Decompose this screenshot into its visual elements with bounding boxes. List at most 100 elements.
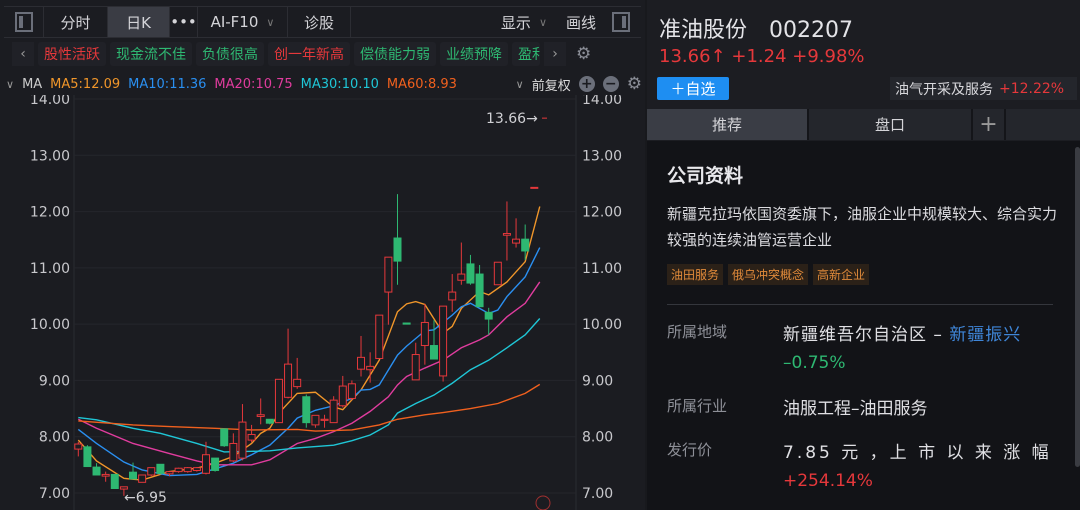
y-tick-label-left: 11.00 xyxy=(30,261,70,277)
region-value: 新疆维吾尔自治区 – 新疆振兴 –0.75% xyxy=(783,321,1053,377)
chevron-down-icon: ∨ xyxy=(266,15,275,29)
kline-panel: 分时 日K ••• AI-F10 ∨ 诊股 显示 ∨ 画线 ‹ 股性活跃 现金流不佳… xyxy=(0,0,645,510)
candle-body xyxy=(174,467,183,473)
candle-body xyxy=(165,471,174,475)
diagnose-button[interactable]: 诊股 xyxy=(288,7,351,37)
candle-body xyxy=(448,291,457,301)
candle-body xyxy=(83,446,92,468)
candle-body xyxy=(211,457,220,471)
y-tick-label-right: 11.00 xyxy=(582,261,622,277)
candle-body xyxy=(512,238,521,244)
more-button[interactable]: ••• xyxy=(170,7,198,37)
y-tick-label-right: 9.00 xyxy=(582,373,613,389)
tag[interactable]: 偿债能力弱 xyxy=(354,42,436,66)
ipo-value: 7.85 元 ，上 市 以 来 涨 幅 +254.14% xyxy=(783,439,1053,495)
candle-body xyxy=(320,418,329,421)
right-panel-toggle[interactable] xyxy=(601,7,641,37)
region-text: 新疆维吾尔自治区 – xyxy=(783,325,950,345)
tag[interactable]: 业绩预降 xyxy=(440,42,508,66)
tab-intraday[interactable]: 分时 xyxy=(44,7,108,37)
industry-label: 所属行业 xyxy=(667,397,728,415)
tab-daily-k[interactable]: 日K xyxy=(108,7,170,37)
candle-body xyxy=(375,314,384,359)
candle-body xyxy=(493,261,502,286)
candle-body xyxy=(192,467,201,471)
scrollbar[interactable] xyxy=(1075,147,1080,467)
concept-tag[interactable]: 俄乌冲突概念 xyxy=(728,264,809,285)
candle-body xyxy=(357,356,366,370)
chart-toolbar: 分时 日K ••• AI-F10 ∨ 诊股 显示 ∨ 画线 xyxy=(4,6,641,38)
left-panel-toggle[interactable] xyxy=(4,7,44,37)
y-tick-label-left: 13.00 xyxy=(30,148,70,164)
tag[interactable]: 股性活跃 xyxy=(38,42,106,66)
adjust-dropdown[interactable]: 前复权 xyxy=(532,75,571,94)
candle-body xyxy=(439,305,448,377)
region-sector-link[interactable]: 新疆振兴 xyxy=(949,325,1021,345)
candle-body xyxy=(138,474,147,483)
candle-body xyxy=(484,311,493,320)
y-tick-label-right: 14.00 xyxy=(582,95,622,108)
gear-icon[interactable]: ⚙ xyxy=(627,74,642,94)
ipo-text: 7.85 元 ，上 市 以 来 涨 幅 xyxy=(783,443,1052,463)
y-tick-label-left: 7.00 xyxy=(39,486,70,502)
kline-chart[interactable]: 14.00 14.00 13.00 13.00 12.00 12.00 11.00 11.00… xyxy=(0,95,645,510)
tag[interactable]: 创一年新高 xyxy=(268,42,350,66)
rank-badge-icon xyxy=(535,495,551,510)
draw-button[interactable]: 画线 xyxy=(561,7,601,37)
tag[interactable]: 现金流不佳 xyxy=(110,42,192,66)
add-tab-button[interactable]: + xyxy=(973,109,1006,140)
candle-body xyxy=(521,238,530,252)
zoom-in-icon[interactable]: + xyxy=(578,76,595,92)
candle-body xyxy=(74,443,83,450)
change-percent: +9.98% xyxy=(792,46,865,67)
candle-body xyxy=(274,378,283,424)
display-dropdown[interactable]: 显示 ∨ xyxy=(351,7,561,37)
sector-badge[interactable]: 油气开采及服务 +12.22% xyxy=(890,77,1077,100)
panel-right-icon xyxy=(612,12,630,32)
ma60-value: MA60:8.93 xyxy=(386,76,457,92)
candle-body xyxy=(183,467,192,473)
company-info: 公司资料 新疆克拉玛依国资委旗下，油服企业中规模较大、综合实力较强的连续油管运营… xyxy=(647,141,1080,510)
ipo-gain: +254.14% xyxy=(783,471,873,491)
add-watchlist-button[interactable]: ＋自选 xyxy=(657,77,729,100)
candle-body xyxy=(411,354,420,381)
tag[interactable]: 负债很高 xyxy=(196,42,264,66)
candle-body xyxy=(110,473,119,489)
chevron-down-icon[interactable]: ∨ xyxy=(6,78,14,91)
concept-tag[interactable]: 油田服务 xyxy=(667,264,724,285)
stock-code: 002207 xyxy=(769,18,853,43)
low-price-label: ←6.95 xyxy=(124,490,167,506)
ma-label[interactable]: MA xyxy=(22,77,42,92)
concept-tag[interactable]: 高新企业 xyxy=(813,264,870,285)
ai-f10-label: AI-F10 xyxy=(210,13,259,31)
candle-body xyxy=(284,363,293,398)
company-tags: 油田服务 俄乌冲突概念 高新企业 xyxy=(667,264,870,285)
ai-f10-dropdown[interactable]: AI-F10 ∨ xyxy=(198,7,288,37)
tags-next-button[interactable]: › xyxy=(544,42,566,66)
gear-icon[interactable]: ⚙ xyxy=(576,44,591,64)
ma20-value: MA20:10.75 xyxy=(214,76,293,92)
candle-body xyxy=(92,466,101,476)
candle-body xyxy=(229,442,238,462)
tab-orderbook[interactable]: 盘口 xyxy=(809,109,973,140)
y-tick-label-right: 12.00 xyxy=(582,205,622,221)
candle-body xyxy=(530,186,539,189)
y-tick-label-left: 9.00 xyxy=(39,373,70,389)
candle-body xyxy=(247,433,256,441)
ma5-value: MA5:12.09 xyxy=(50,76,121,92)
candle-body xyxy=(201,454,210,474)
tab-empty xyxy=(1006,109,1080,140)
last-price-label: 13.66→ xyxy=(486,111,538,127)
info-tabs: 推荐 盘口 + xyxy=(647,109,1080,140)
tag[interactable]: 盈利 xyxy=(512,42,540,66)
tags-prev-button[interactable]: ‹ xyxy=(12,42,34,66)
sector-pct: +12.22% xyxy=(999,80,1065,97)
zoom-out-icon[interactable]: − xyxy=(602,76,619,92)
change: +1.24 xyxy=(731,46,787,67)
ma-legend: ∨ MA MA5:12.09 MA10:11.36 MA20:10.75 MA3… xyxy=(6,74,642,94)
tab-recommend[interactable]: 推荐 xyxy=(647,109,809,140)
candle-body xyxy=(293,378,302,388)
chevron-down-icon: ∨ xyxy=(515,77,524,91)
candle-body xyxy=(129,471,138,480)
price: 13.66↑ xyxy=(659,46,726,67)
